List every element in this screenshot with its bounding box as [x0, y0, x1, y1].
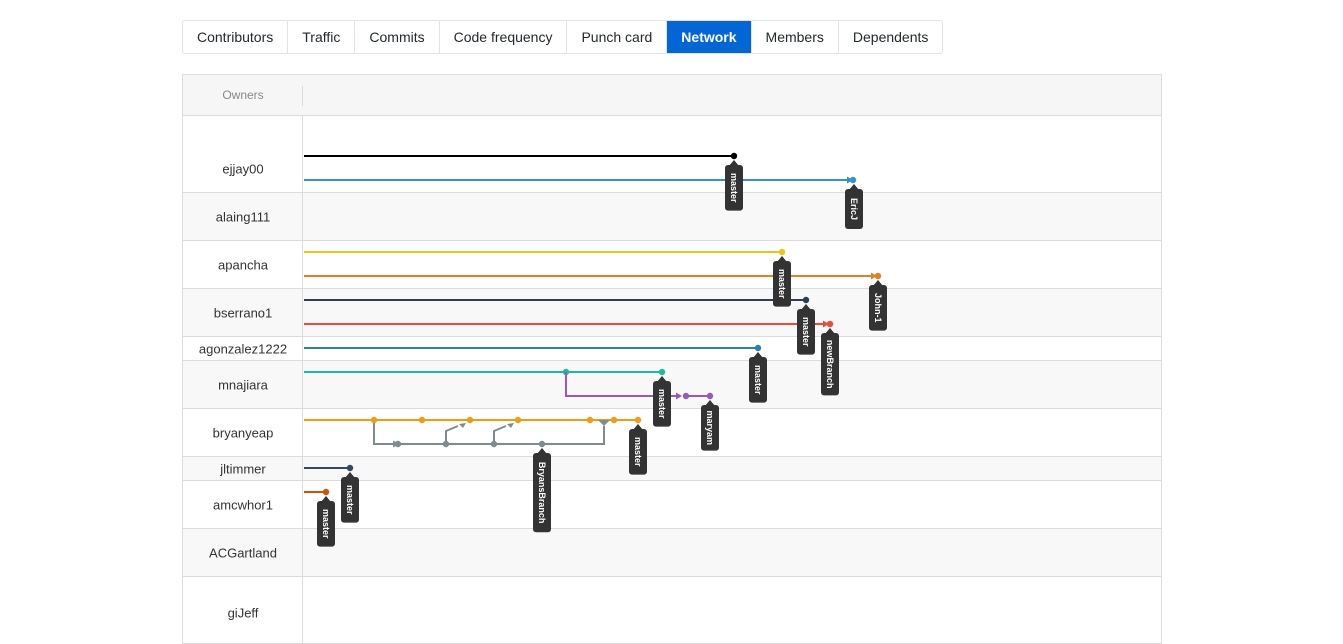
branch-label[interactable]: master — [317, 496, 335, 547]
branch-label[interactable]: master — [653, 376, 671, 427]
commit-dot — [778, 248, 786, 256]
network-tabs: Contributors Traffic Commits Code frequency… — [182, 20, 944, 54]
branch-label-text: master — [657, 389, 667, 419]
commit-dot — [849, 176, 857, 184]
branch-label[interactable]: John-1 — [869, 280, 887, 331]
branch-label-text: maryam — [705, 411, 715, 446]
branch-label[interactable]: master — [629, 424, 647, 475]
branch-label-text: BryansBranch — [537, 462, 547, 524]
merge-arrow — [459, 423, 466, 428]
commit-dot — [874, 272, 882, 280]
network-graph[interactable]: master EricJ master John-1 master newBranch ma… — [183, 75, 1161, 644]
branch-label-text: master — [633, 437, 643, 467]
commit-dot — [802, 296, 810, 304]
branch-label[interactable]: master — [749, 352, 767, 403]
commit-dot — [538, 440, 546, 448]
branch-label[interactable]: master — [725, 160, 743, 211]
commit-dot — [370, 416, 378, 424]
commit-dot — [322, 488, 330, 496]
tab-members[interactable]: Members — [752, 21, 839, 53]
commit-dot — [418, 416, 426, 424]
branch-label[interactable]: master — [797, 304, 815, 355]
branch-label-text: master — [801, 317, 811, 347]
branch-label-text: John-1 — [873, 293, 883, 323]
branch-label-text: master — [777, 269, 787, 299]
commit-dot — [754, 344, 762, 352]
tab-dependents[interactable]: Dependents — [839, 21, 943, 53]
commit-dot — [730, 152, 738, 160]
branch-label[interactable]: maryam — [701, 400, 719, 451]
commit-dot — [394, 440, 402, 448]
branch-label-text: master — [753, 365, 763, 395]
branch-label-text: master — [345, 485, 355, 515]
branch-label[interactable]: newBranch — [821, 328, 839, 396]
merge-arrow — [676, 392, 682, 400]
commit-dot — [610, 416, 618, 424]
branch-label-text: master — [729, 173, 739, 203]
branch-label-text: EricJ — [849, 198, 859, 220]
branch-label[interactable]: master — [341, 472, 359, 523]
merge-arrow — [598, 420, 610, 426]
branch-label-text: newBranch — [825, 340, 835, 389]
commit-dot — [346, 464, 354, 472]
commit-dot — [658, 368, 666, 376]
branch-connector — [542, 426, 605, 445]
tab-code-frequency[interactable]: Code frequency — [440, 21, 568, 53]
branch-connector — [373, 420, 398, 445]
tab-commits[interactable]: Commits — [355, 21, 440, 53]
tab-punch-card[interactable]: Punch card — [567, 21, 668, 53]
branch-connector — [493, 425, 507, 444]
commit-dot — [634, 416, 642, 424]
commit-dot — [586, 416, 594, 424]
branch-label-text: master — [321, 509, 331, 539]
commit-dot — [826, 320, 834, 328]
tab-traffic[interactable]: Traffic — [288, 21, 356, 53]
branch-label[interactable]: master — [773, 256, 791, 307]
network-graph-panel: Owners ejjay00 alaing111 apancha bserrano1 a… — [182, 74, 1162, 644]
merge-arrow — [507, 423, 514, 428]
commit-dot — [514, 416, 522, 424]
branch-connector — [445, 425, 459, 444]
commit-dot — [466, 416, 474, 424]
tab-contributors[interactable]: Contributors — [183, 21, 289, 53]
branch-label[interactable]: EricJ — [845, 184, 863, 229]
branch-label[interactable]: BryansBranch — [533, 448, 551, 533]
tab-network[interactable]: Network — [667, 21, 752, 53]
